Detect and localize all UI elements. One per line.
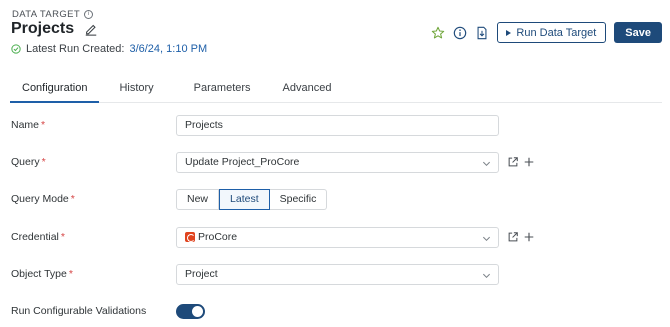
query-mode-specific[interactable]: Specific bbox=[269, 188, 328, 210]
info-circle-icon bbox=[454, 26, 467, 39]
name-row: Name * Projects bbox=[11, 114, 661, 136]
chevron-down-icon bbox=[482, 273, 491, 278]
export-button[interactable] bbox=[475, 26, 489, 40]
object-type-select[interactable]: Project bbox=[176, 263, 499, 285]
play-icon bbox=[506, 29, 512, 36]
procore-logo-icon bbox=[185, 232, 195, 242]
run-button-label: Run Data Target bbox=[516, 26, 597, 39]
query-label: Query * bbox=[11, 156, 46, 168]
required-marker: * bbox=[68, 268, 73, 280]
latest-run-label: Latest Run Created: bbox=[26, 43, 125, 55]
validations-label: Run Configurable Validations bbox=[11, 305, 147, 317]
name-input[interactable]: Projects bbox=[176, 114, 499, 136]
chevron-down-icon bbox=[482, 236, 491, 241]
chevron-down-icon bbox=[482, 161, 491, 166]
open-external-icon[interactable] bbox=[507, 156, 519, 168]
add-icon[interactable] bbox=[523, 156, 535, 168]
query-mode-label: Query Mode * bbox=[11, 193, 75, 205]
star-button[interactable] bbox=[431, 26, 445, 40]
toggle-knob bbox=[192, 305, 203, 317]
credential-extra-actions bbox=[507, 231, 535, 243]
pencil-icon[interactable] bbox=[84, 22, 98, 36]
file-download-icon bbox=[477, 26, 487, 39]
tab-parameters[interactable]: Parameters bbox=[182, 78, 263, 103]
query-extra-actions bbox=[507, 156, 535, 168]
header-actions: Run Data Target Save bbox=[431, 22, 662, 43]
tab-history[interactable]: History bbox=[107, 78, 165, 103]
validations-toggle[interactable] bbox=[176, 303, 205, 319]
required-marker: * bbox=[70, 193, 75, 205]
credential-row: Credential * ProCore bbox=[11, 226, 661, 248]
tab-advanced[interactable]: Advanced bbox=[271, 78, 344, 103]
required-marker: * bbox=[41, 156, 46, 168]
check-circle-icon bbox=[11, 44, 21, 54]
object-type-row: Object Type * Project bbox=[11, 263, 661, 285]
star-icon bbox=[432, 26, 445, 38]
page-title: Projects bbox=[11, 20, 75, 37]
object-type-select-value: Project bbox=[185, 268, 218, 280]
name-label: Name * bbox=[11, 119, 46, 131]
query-mode-new[interactable]: New bbox=[176, 188, 220, 210]
credential-select[interactable]: ProCore bbox=[176, 226, 499, 248]
run-data-target-button[interactable]: Run Data Target bbox=[497, 22, 607, 43]
eyebrow: DATA TARGET i bbox=[12, 9, 94, 20]
eyebrow-label: DATA TARGET bbox=[12, 9, 81, 20]
open-external-icon[interactable] bbox=[507, 231, 519, 243]
name-input-value: Projects bbox=[185, 119, 223, 131]
tab-configuration[interactable]: Configuration bbox=[10, 78, 100, 103]
required-marker: * bbox=[41, 119, 46, 131]
latest-run-row: Latest Run Created: 3/6/24, 1:10 PM bbox=[11, 43, 207, 55]
validations-row: Run Configurable Validations bbox=[11, 300, 661, 322]
info-button[interactable] bbox=[453, 26, 467, 40]
query-select-value: Update Project_ProCore bbox=[185, 156, 300, 168]
query-mode-segmented: New Latest Specific bbox=[176, 188, 328, 210]
add-icon[interactable] bbox=[523, 231, 535, 243]
tab-bar: Configuration History Parameters Advance… bbox=[10, 78, 662, 103]
credential-label: Credential * bbox=[11, 231, 65, 243]
latest-run-value[interactable]: 3/6/24, 1:10 PM bbox=[129, 43, 207, 55]
info-icon[interactable]: i bbox=[84, 10, 94, 19]
query-mode-latest[interactable]: Latest bbox=[219, 188, 270, 210]
credential-select-value: ProCore bbox=[198, 231, 238, 243]
query-row: Query * Update Project_ProCore bbox=[11, 151, 661, 173]
save-button[interactable]: Save bbox=[614, 22, 662, 43]
object-type-label: Object Type * bbox=[11, 268, 73, 280]
query-select[interactable]: Update Project_ProCore bbox=[176, 151, 499, 173]
query-mode-row: Query Mode * New Latest Specific bbox=[11, 188, 661, 210]
title-row: Projects bbox=[11, 20, 98, 38]
required-marker: * bbox=[60, 231, 65, 243]
